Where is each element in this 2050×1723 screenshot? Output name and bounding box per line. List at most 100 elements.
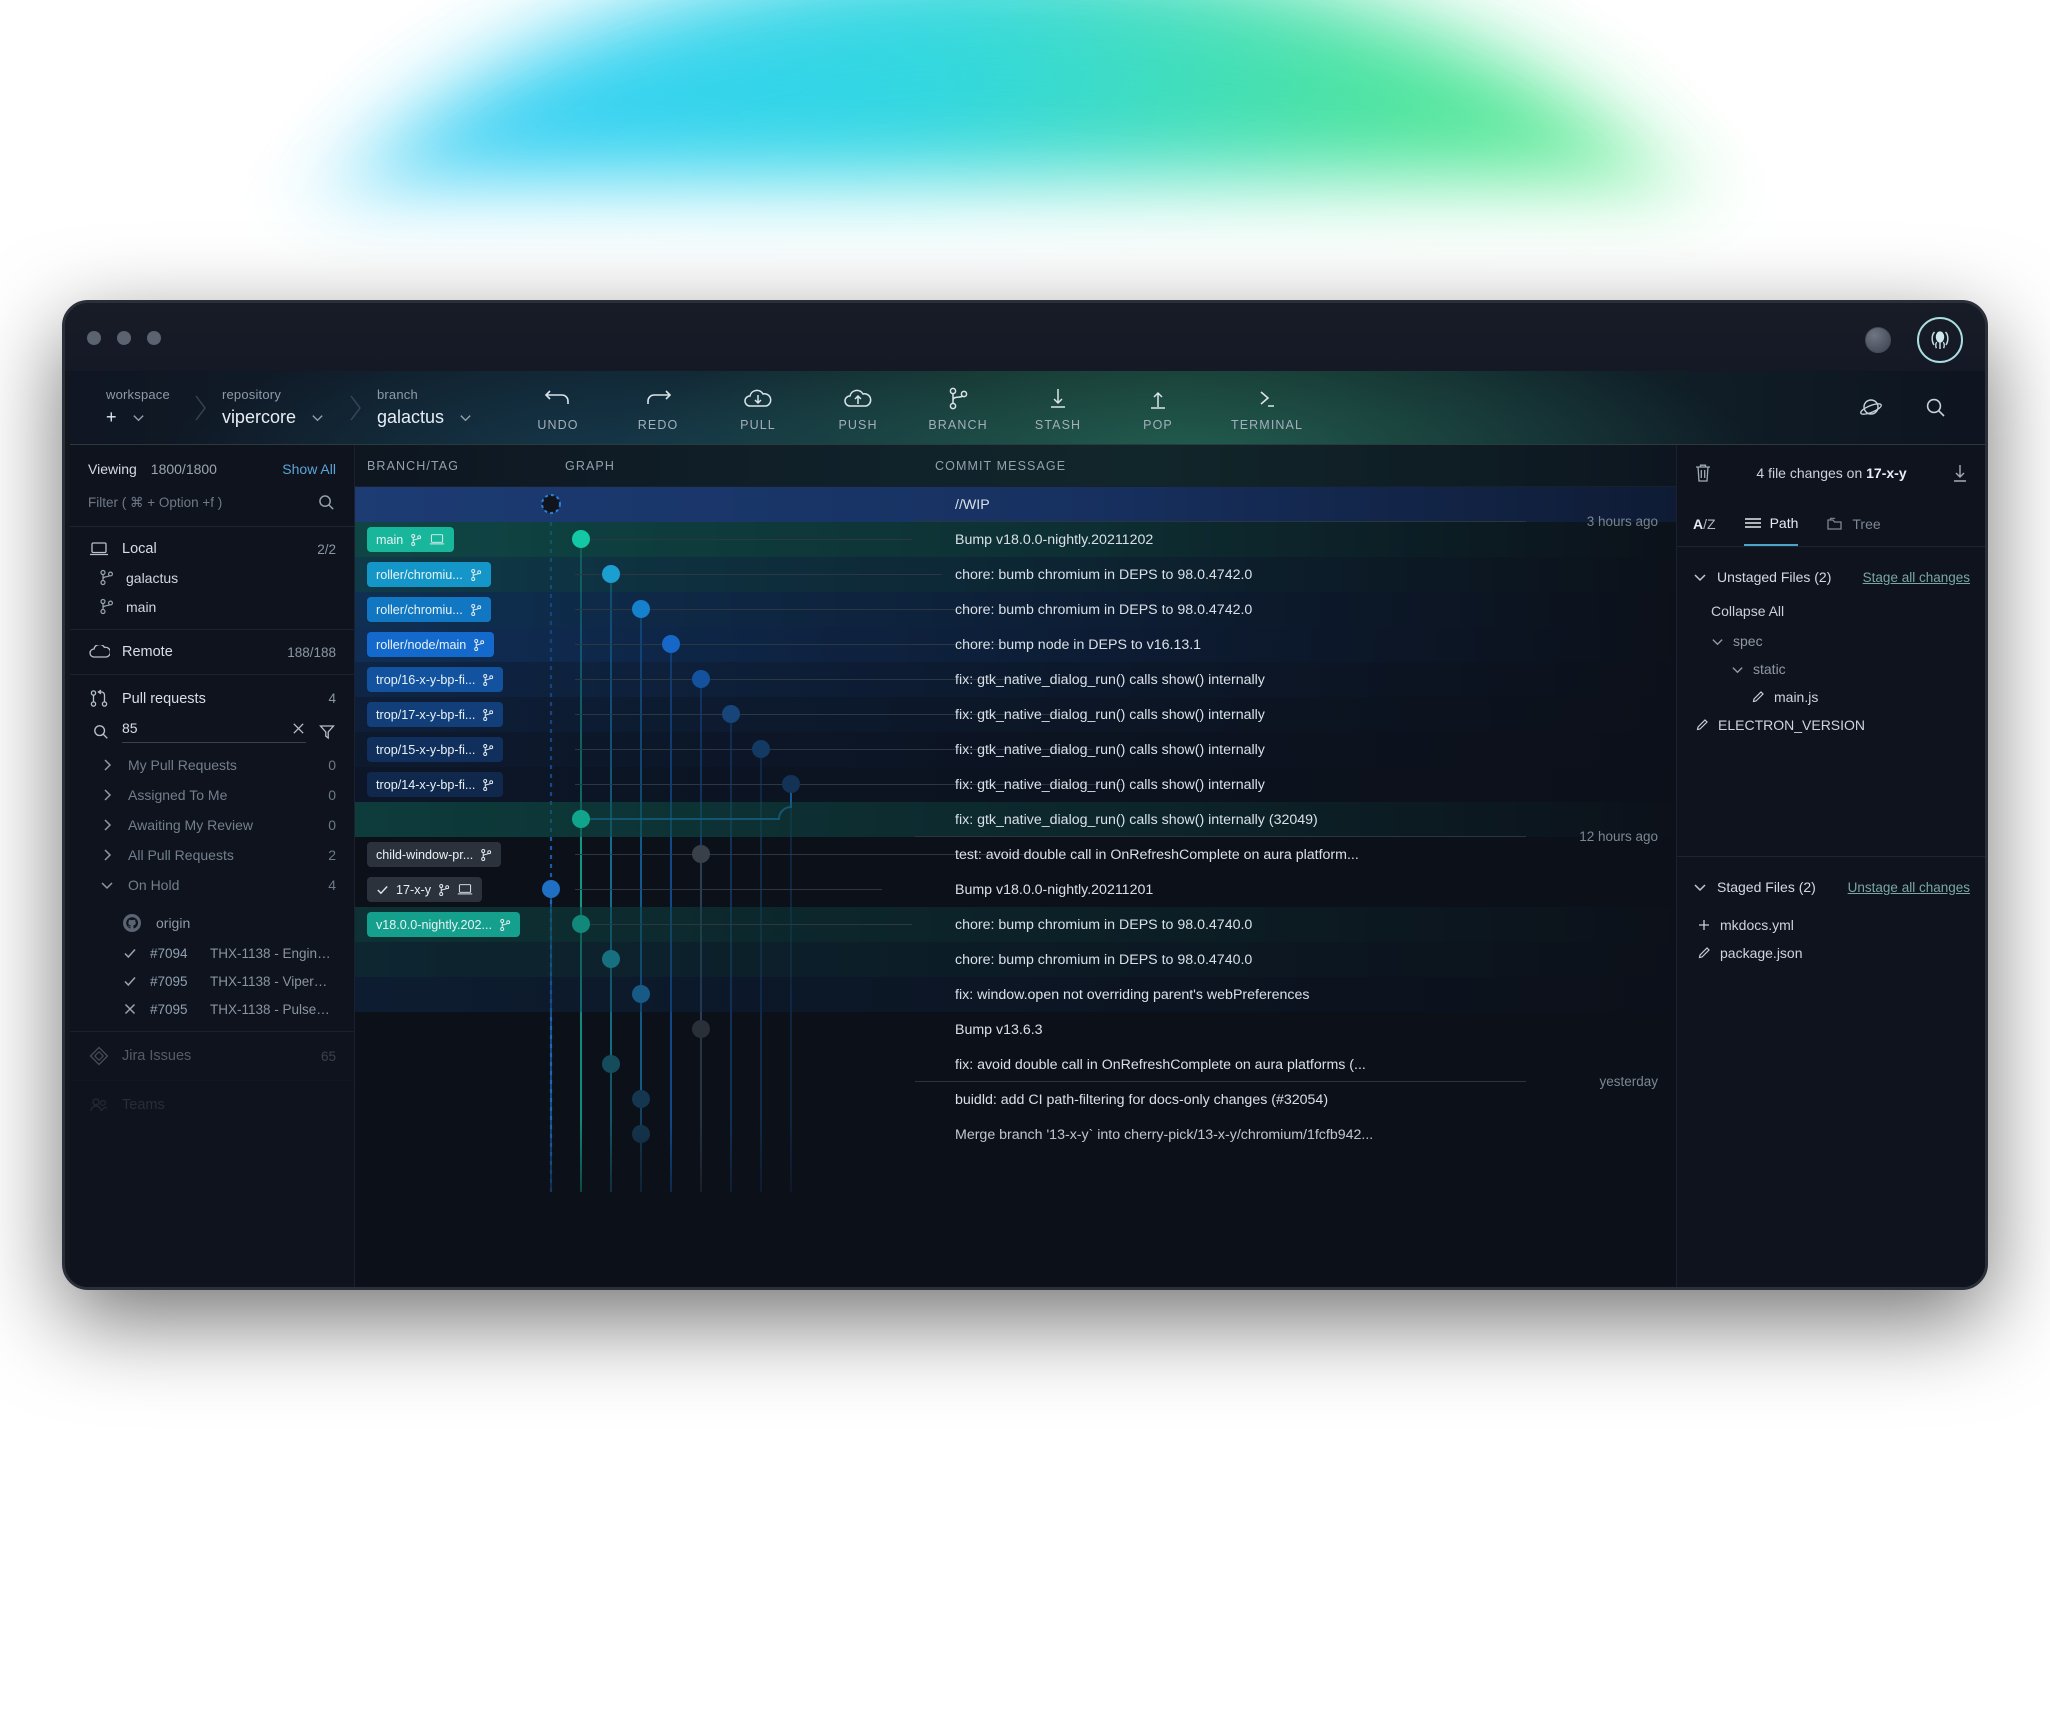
collapse-all-button[interactable]: Collapse All	[1711, 603, 1970, 619]
pr-filter-my-pull-requests[interactable]: My Pull Requests 0	[88, 757, 336, 773]
commit-row[interactable]: fix: avoid double call in OnRefreshCompl…	[355, 1047, 1676, 1089]
chevron-down-icon[interactable]	[1693, 880, 1707, 894]
file-tree-folder-static[interactable]: static	[1731, 661, 1970, 677]
pr-list-item[interactable]: #7095 THX-1138 - Pulsechar..	[88, 1001, 336, 1017]
branch-button[interactable]: BRANCH	[925, 384, 991, 432]
chevron-right-icon[interactable]	[98, 788, 116, 802]
undo-button[interactable]: UNDO	[525, 384, 591, 432]
chevron-right-icon[interactable]	[98, 818, 116, 832]
commit-row[interactable]: trop/15-x-y-bp-fi... fix: gtk_native_dial…	[355, 732, 1676, 767]
redo-button[interactable]: REDO	[625, 384, 691, 432]
chevron-down-icon[interactable]	[1693, 570, 1707, 584]
pr-origin-row[interactable]: origin	[122, 913, 336, 933]
pr-filter-all-pull-requests[interactable]: All Pull Requests 2	[88, 847, 336, 863]
minimize-button[interactable]	[117, 331, 131, 345]
tab-az[interactable]: A/Z	[1693, 501, 1716, 546]
sidebar-section-pull-requests[interactable]: Pull requests 4 85 My Pull Requests 0 As…	[70, 675, 354, 1032]
filter-icon[interactable]	[318, 723, 336, 741]
branch-selector[interactable]: branch galactus	[377, 387, 473, 428]
push-button[interactable]: PUSH	[825, 384, 891, 432]
pull-button[interactable]: PULL	[725, 384, 791, 432]
clear-icon[interactable]	[291, 721, 306, 736]
pr-search-row[interactable]: 85	[92, 720, 336, 743]
pop-button[interactable]: POP	[1125, 384, 1191, 432]
commit-row[interactable]: Merge branch '13-x-y` into cherry-pick/1…	[355, 1117, 1676, 1152]
chevron-right-icon[interactable]	[98, 758, 116, 772]
staged-file-package-json[interactable]: package.json	[1697, 945, 1970, 961]
pr-filter-on-hold[interactable]: On Hold 4	[88, 877, 336, 893]
pr-list-item[interactable]: #7095 THX-1138 - ViperCore	[88, 973, 336, 989]
pr-list-item[interactable]: #7094 THX-1138 - Engine Mo..	[88, 945, 336, 961]
branch-tag[interactable]: roller/node/main	[367, 632, 495, 657]
pr-search-input[interactable]: 85	[122, 720, 306, 743]
avatar[interactable]	[1865, 327, 1891, 353]
sidebar-branch-main[interactable]: main	[88, 598, 336, 615]
file-tree-folder-spec[interactable]: spec	[1711, 633, 1970, 649]
chevron-down-icon[interactable]	[458, 410, 473, 425]
branch-tag[interactable]: v18.0.0-nightly.202...	[367, 912, 520, 937]
commit-row[interactable]: roller/chromiu... chore: bumb chromium in…	[355, 592, 1676, 627]
branch-tag[interactable]: trop/15-x-y-bp-fi...	[367, 737, 504, 762]
tab-path[interactable]: Path	[1743, 501, 1799, 546]
close-button[interactable]	[87, 331, 101, 345]
search-icon[interactable]	[317, 493, 336, 512]
staged-header[interactable]: Staged Files (2) Unstage all changes	[1693, 879, 1970, 895]
workspace-selector[interactable]: workspace +	[70, 387, 170, 428]
stage-all-changes-link[interactable]: Stage all changes	[1863, 570, 1970, 585]
sidebar-section-jira[interactable]: Jira Issues 65	[70, 1032, 354, 1081]
filter-input[interactable]: Filter ( ⌘ + Option +f )	[88, 493, 336, 526]
commit-row[interactable]: roller/chromiu... chore: bumb chromium in…	[355, 557, 1676, 592]
commit-row[interactable]: trop/14-x-y-bp-fi... fix: gtk_native_dial…	[355, 767, 1676, 802]
chevron-right-icon[interactable]	[98, 848, 116, 862]
commit-row[interactable]: Bump v13.6.3	[355, 1012, 1676, 1047]
branch-tag[interactable]: roller/chromiu...	[367, 597, 491, 622]
pr-filter-assigned-to-me[interactable]: Assigned To Me 0	[88, 787, 336, 803]
branch-tag[interactable]: roller/chromiu...	[367, 562, 491, 587]
chevron-down-icon[interactable]	[131, 410, 146, 425]
sidebar-section-teams[interactable]: Teams	[70, 1081, 354, 1129]
pr-filter-awaiting-my-review[interactable]: Awaiting My Review 0	[88, 817, 336, 833]
commit-row[interactable]: //WIP3 hours ago	[355, 487, 1676, 529]
branch-tag[interactable]: 17-x-y	[367, 877, 482, 902]
commit-row[interactable]: trop/17-x-y-bp-fi... fix: gtk_native_dial…	[355, 697, 1676, 732]
repository-selector[interactable]: repository vipercore	[222, 387, 325, 428]
commit-row[interactable]: 17-x-y Bump v18.0.0-nightly.20211201	[355, 872, 1676, 907]
staged-file-mkdocs-yml[interactable]: mkdocs.yml	[1697, 917, 1970, 933]
chevron-down-icon[interactable]	[310, 410, 325, 425]
commit-row[interactable]: fix: gtk_native_dialog_run() calls show(…	[355, 802, 1676, 844]
branch-tag[interactable]: trop/16-x-y-bp-fi...	[367, 667, 504, 692]
branch-tag[interactable]: trop/17-x-y-bp-fi...	[367, 702, 504, 727]
file-tree-file-main-js[interactable]: main.js	[1751, 689, 1970, 705]
terminal-button[interactable]: TERMINAL	[1225, 384, 1309, 432]
trash-icon[interactable]	[1693, 462, 1713, 484]
file-tree-file-electron-version[interactable]: ELECTRON_VERSION	[1695, 717, 1970, 733]
branch-tag[interactable]: main	[367, 527, 455, 552]
branch-tag[interactable]: child-window-pr...	[367, 842, 502, 867]
search-icon[interactable]	[1924, 396, 1948, 420]
commit-row[interactable]: trop/16-x-y-bp-fi... fix: gtk_native_dial…	[355, 662, 1676, 697]
traffic-lights[interactable]	[87, 331, 161, 345]
commit-row[interactable]: child-window-pr... test: avoid double cal…	[355, 837, 1676, 872]
commit-row[interactable]: fix: window.open not overriding parent's…	[355, 977, 1676, 1012]
branch-tag[interactable]: trop/14-x-y-bp-fi...	[367, 772, 504, 797]
unstage-all-changes-link[interactable]: Unstage all changes	[1848, 880, 1970, 895]
chevron-down-icon[interactable]	[98, 878, 116, 892]
tab-tree[interactable]: Tree	[1826, 501, 1881, 546]
unstaged-header[interactable]: Unstaged Files (2) Stage all changes	[1693, 569, 1970, 585]
commit-row[interactable]: roller/node/main chore: bump node in DEPS…	[355, 627, 1676, 662]
download-icon[interactable]	[1950, 462, 1970, 484]
sidebar-branch-galactus[interactable]: galactus	[88, 569, 336, 586]
stash-button[interactable]: STASH	[1025, 384, 1091, 432]
planet-icon[interactable]	[1858, 395, 1884, 421]
gitkraken-logo-icon[interactable]	[1917, 317, 1963, 363]
search-icon[interactable]	[92, 723, 110, 741]
show-all-link[interactable]: Show All	[282, 461, 336, 477]
commit-row[interactable]: chore: bump chromium in DEPS to 98.0.474…	[355, 942, 1676, 977]
sidebar-section-remote[interactable]: Remote 188/188	[70, 630, 354, 675]
sidebar-section-local[interactable]: Local 2/2 galactus main	[70, 527, 354, 630]
commit-row[interactable]: buidld: add CI path-filtering for docs-o…	[355, 1082, 1676, 1117]
chevron-down-icon[interactable]	[1731, 663, 1744, 676]
chevron-down-icon[interactable]	[1711, 635, 1724, 648]
commit-row[interactable]: main Bump v18.0.0-nightly.20211202	[355, 522, 1676, 557]
maximize-button[interactable]	[147, 331, 161, 345]
